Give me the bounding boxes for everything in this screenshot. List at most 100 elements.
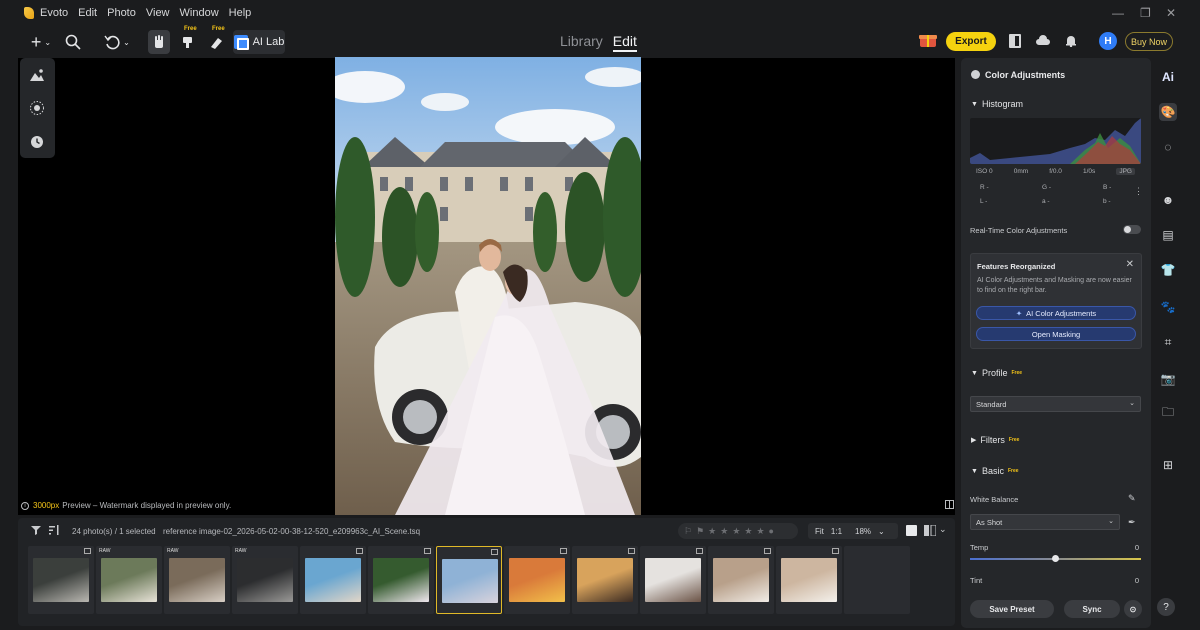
chevron-down-icon[interactable]: ⌄ bbox=[878, 527, 885, 536]
undo-button[interactable]: ⌄ bbox=[101, 30, 133, 54]
color-label-icon[interactable]: ● bbox=[769, 526, 774, 536]
sparkle-icon: ✦ bbox=[1015, 308, 1023, 318]
dots-circle-icon[interactable]: ◌ bbox=[1159, 138, 1177, 156]
thumbnail[interactable] bbox=[368, 546, 434, 614]
tab-edit[interactable]: Edit bbox=[612, 33, 637, 52]
thumbnail-image bbox=[713, 558, 769, 602]
filters-section[interactable]: ▶ Filters Free bbox=[971, 435, 1019, 445]
zoom-1to1[interactable]: 1:1 bbox=[831, 527, 842, 536]
retouch-tool-button[interactable]: Free bbox=[178, 26, 198, 54]
camera-icon[interactable]: 📷 bbox=[1159, 370, 1177, 388]
thumbnail[interactable] bbox=[776, 546, 842, 614]
brush-tool-button[interactable]: Free bbox=[206, 26, 226, 54]
hand-tool-button[interactable] bbox=[148, 30, 170, 54]
star-icon[interactable]: ★ bbox=[744, 526, 752, 537]
star-icon[interactable]: ★ bbox=[732, 526, 740, 537]
histogram bbox=[970, 118, 1141, 164]
bookmark-icon[interactable]: ⊞ bbox=[1159, 456, 1177, 474]
history-icon[interactable] bbox=[28, 133, 46, 151]
thumbnail[interactable]: RAW bbox=[232, 546, 298, 614]
features-title: Features Reorganized bbox=[977, 262, 1056, 271]
palette-icon[interactable]: 🎨 bbox=[1159, 103, 1177, 121]
histogram-section[interactable]: ▼ Histogram bbox=[971, 99, 1023, 109]
reject-flag-icon[interactable]: ⚑ bbox=[696, 526, 704, 537]
compare-icon[interactable] bbox=[1009, 34, 1021, 51]
thumbnail[interactable] bbox=[708, 546, 774, 614]
panel-toggle-icon[interactable] bbox=[945, 500, 954, 512]
face-icon[interactable]: ☻ bbox=[1159, 191, 1177, 209]
clothing-icon[interactable]: 👕 bbox=[1159, 261, 1177, 279]
realtime-toggle[interactable] bbox=[1123, 225, 1141, 234]
image-icon bbox=[628, 548, 635, 554]
crop-icon[interactable]: ⌗ bbox=[1159, 333, 1177, 351]
sort-icon[interactable] bbox=[49, 525, 59, 538]
temp-label: Temp bbox=[970, 543, 989, 552]
add-button[interactable]: + ⌄ bbox=[27, 30, 55, 54]
magic-wand-icon[interactable]: ✎ bbox=[1128, 493, 1136, 504]
ai-color-adjustments-button[interactable]: ✦ AI Color Adjustments bbox=[976, 306, 1136, 320]
folder-icon[interactable]: 🗀 bbox=[1159, 404, 1177, 422]
sync-button[interactable]: Sync bbox=[1064, 600, 1120, 618]
photo-count: 24 photo(s) / 1 selected bbox=[72, 527, 156, 536]
white-balance-select[interactable]: As Shot ⌄ bbox=[970, 514, 1120, 530]
close-icon[interactable]: ✕ bbox=[1166, 6, 1176, 20]
temp-slider[interactable] bbox=[970, 555, 1141, 562]
avatar[interactable]: H bbox=[1099, 32, 1117, 50]
close-icon[interactable]: ✕ bbox=[1126, 259, 1134, 270]
menu-help[interactable]: Help bbox=[229, 7, 252, 19]
thumbnail[interactable] bbox=[572, 546, 638, 614]
filter-icon[interactable] bbox=[31, 525, 41, 538]
menu-view[interactable]: View bbox=[146, 7, 170, 19]
star-icon[interactable]: ★ bbox=[720, 526, 728, 537]
tab-library[interactable]: Library bbox=[560, 33, 603, 52]
zoom-fit[interactable]: Fit bbox=[815, 527, 824, 536]
export-button[interactable]: Export bbox=[946, 32, 996, 51]
thumbnail[interactable] bbox=[504, 546, 570, 614]
ai-lab-button[interactable]: AI Lab bbox=[233, 30, 285, 54]
thumbnail[interactable] bbox=[300, 546, 366, 614]
basic-section[interactable]: ▼ Basic Free bbox=[971, 466, 1019, 476]
chevron-down-icon[interactable]: ⌄ bbox=[939, 524, 947, 535]
open-masking-button[interactable]: Open Masking bbox=[976, 327, 1136, 341]
temp-slider-knob[interactable] bbox=[1052, 555, 1059, 562]
landscape-icon[interactable] bbox=[28, 66, 46, 84]
paw-icon[interactable]: 🐾 bbox=[1159, 298, 1177, 316]
menu-window[interactable]: Window bbox=[180, 7, 219, 19]
open-masking-label: Open Masking bbox=[1031, 329, 1081, 339]
rgb-b: B - bbox=[1103, 184, 1112, 191]
minimize-icon[interactable]: — bbox=[1112, 6, 1124, 20]
thumbnail[interactable]: RAW bbox=[164, 546, 230, 614]
star-icon[interactable]: ★ bbox=[756, 526, 764, 537]
sync-settings-button[interactable]: ⊙ bbox=[1124, 600, 1142, 618]
compare-view-icon[interactable] bbox=[924, 524, 937, 539]
star-icon[interactable]: ★ bbox=[708, 526, 716, 537]
thumbnail[interactable] bbox=[436, 546, 502, 614]
thumbnail[interactable] bbox=[28, 546, 94, 614]
save-preset-button[interactable]: Save Preset bbox=[970, 600, 1054, 618]
maximize-icon[interactable]: ❐ bbox=[1140, 6, 1151, 20]
search-button[interactable] bbox=[62, 30, 84, 54]
cloud-icon[interactable] bbox=[1036, 35, 1050, 49]
buy-now-button[interactable]: Buy Now bbox=[1125, 32, 1173, 51]
menu-photo[interactable]: Photo bbox=[107, 7, 136, 19]
thumbnail[interactable] bbox=[640, 546, 706, 614]
single-view-icon[interactable] bbox=[906, 525, 917, 536]
shutter-value: 1/0s bbox=[1082, 167, 1096, 175]
flag-icon[interactable]: ⚐ bbox=[684, 526, 692, 537]
thumbnail-image bbox=[305, 558, 361, 602]
profile-select[interactable]: Standard ⌄ bbox=[970, 396, 1141, 412]
bell-icon[interactable] bbox=[1065, 34, 1077, 50]
ai-icon[interactable]: Ai bbox=[1159, 68, 1177, 86]
profile-section[interactable]: ▼ Profile Free bbox=[971, 368, 1022, 378]
eyedropper-icon[interactable]: ✒ bbox=[1128, 517, 1136, 528]
gift-icon[interactable] bbox=[919, 32, 937, 48]
more-icon[interactable]: ⋮ bbox=[1134, 186, 1143, 197]
image-icon bbox=[84, 548, 91, 554]
image-icon bbox=[491, 549, 498, 555]
histogram-label: Histogram bbox=[981, 99, 1023, 109]
background-icon[interactable]: ▤ bbox=[1159, 226, 1177, 244]
dots-circle-icon[interactable] bbox=[28, 99, 46, 117]
menu-edit[interactable]: Edit bbox=[78, 7, 97, 19]
help-button[interactable]: ? bbox=[1157, 598, 1175, 616]
thumbnail[interactable]: RAW bbox=[96, 546, 162, 614]
